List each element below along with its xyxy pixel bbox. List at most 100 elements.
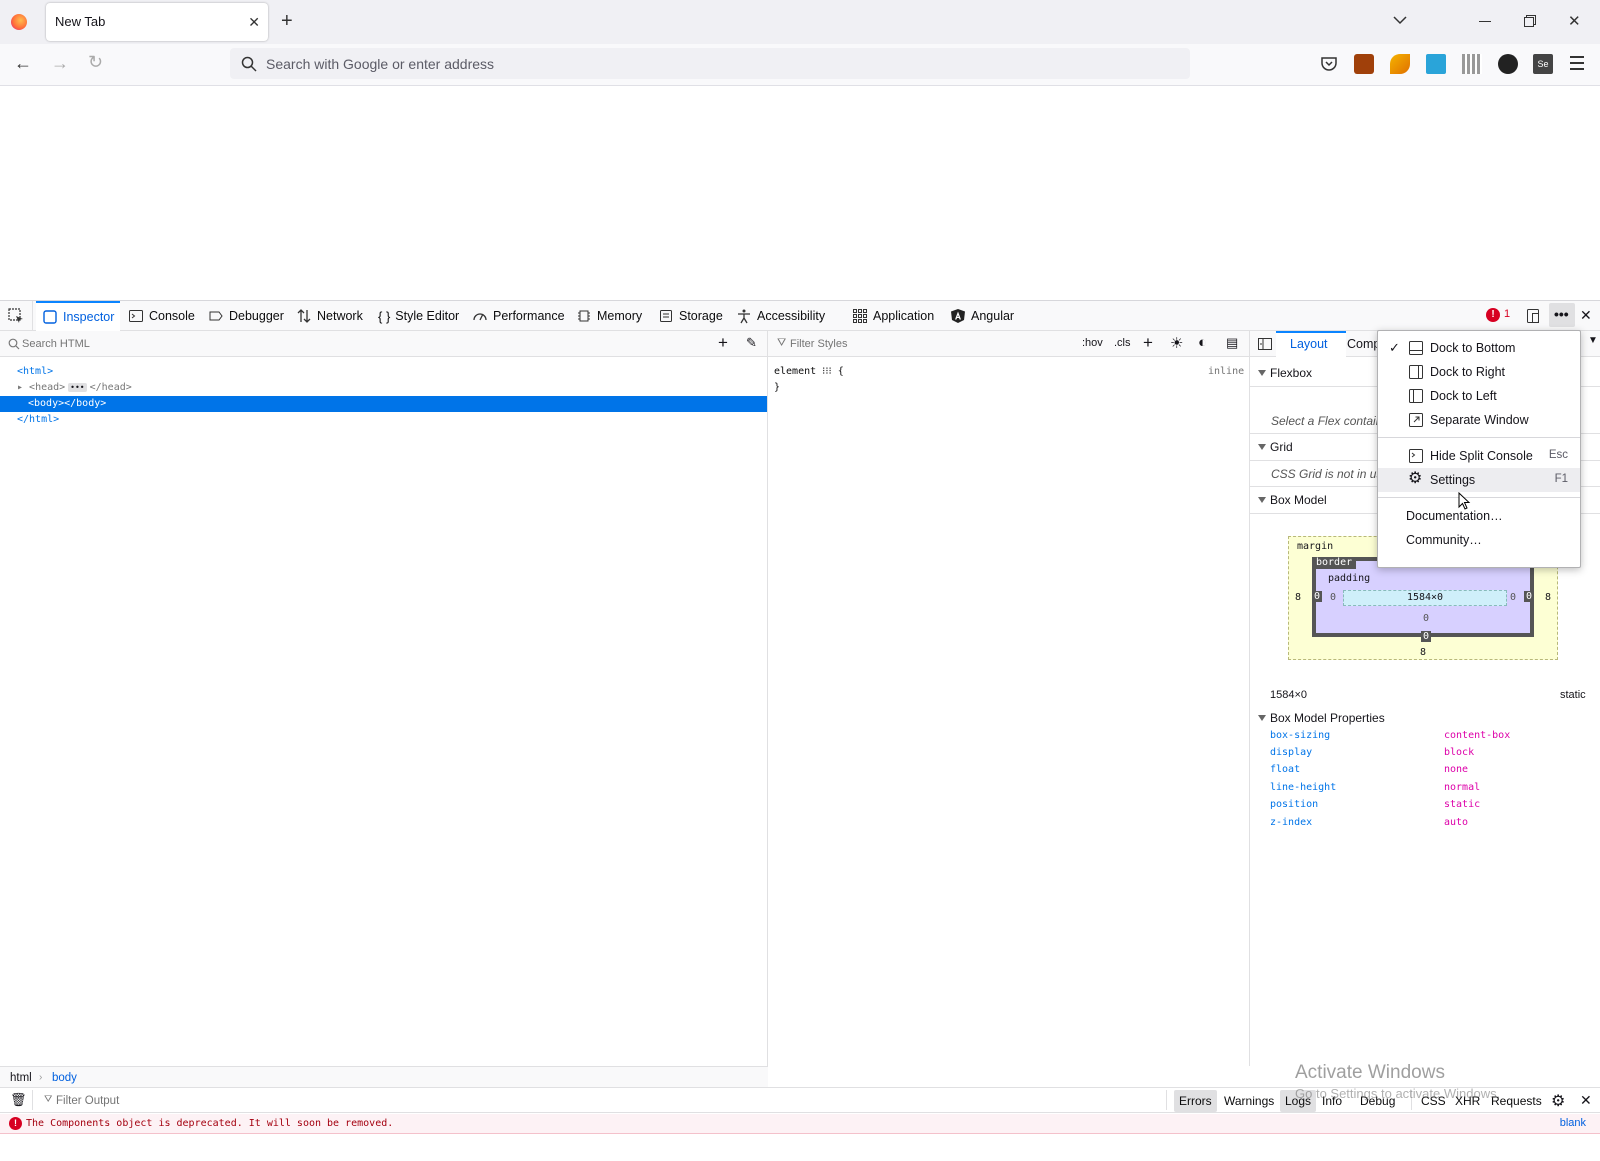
tab-style-editor[interactable]: { } Style Editor — [372, 301, 465, 331]
menu-icon[interactable] — [1570, 56, 1584, 70]
box-model-content[interactable]: 1584×0 — [1343, 590, 1507, 606]
error-icon[interactable]: ! — [1486, 308, 1500, 322]
element-rule-close: } — [774, 382, 781, 393]
eyedropper-icon[interactable]: ✎ — [746, 335, 757, 351]
tab-application[interactable]: Application — [846, 301, 940, 331]
border-right-value[interactable]: 0 — [1523, 591, 1534, 602]
checkmark-icon: ✓ — [1389, 340, 1400, 355]
close-window-icon[interactable]: ✕ — [1568, 12, 1581, 30]
add-node-icon[interactable]: + — [718, 333, 728, 353]
filter-errors-button[interactable]: Errors — [1174, 1090, 1217, 1112]
extension-icon[interactable] — [1354, 54, 1374, 74]
tab-performance[interactable]: Performance — [466, 301, 571, 331]
element-position: static — [1560, 689, 1586, 701]
markup-search-input[interactable] — [22, 335, 702, 353]
border-bottom-value[interactable]: 0 — [1421, 631, 1432, 642]
restore-icon[interactable] — [1524, 15, 1536, 27]
breadcrumb-html[interactable]: html — [10, 1072, 32, 1084]
tab-layout[interactable]: Layout — [1290, 337, 1328, 351]
tab-inspector[interactable]: Inspector — [36, 301, 121, 331]
reload-icon[interactable]: ↻ — [88, 52, 103, 73]
error-count[interactable]: 1 — [1504, 308, 1510, 320]
markup-line-html-close[interactable]: </html> — [17, 414, 59, 425]
rules-pane: ⛛ :hov .cls + ☀ ◐ ▤ element ⁝⁝⁝ { } inli… — [768, 331, 1250, 1066]
margin-bottom-value[interactable]: 8 — [1420, 647, 1426, 658]
hov-button[interactable]: :hov — [1082, 337, 1103, 349]
margin-label: margin — [1297, 541, 1334, 552]
filter-output-input[interactable] — [56, 1092, 356, 1110]
box-model-properties-header[interactable]: Box Model Properties — [1258, 711, 1385, 725]
selenium-icon[interactable]: Se — [1533, 54, 1553, 74]
margin-left-value[interactable]: 8 — [1295, 592, 1301, 603]
more-options-button[interactable]: ••• — [1549, 303, 1575, 327]
menu-item-documentation[interactable]: Documentation… — [1378, 504, 1580, 528]
prop-name: box-sizing — [1270, 730, 1331, 741]
tab-memory[interactable]: Memory — [570, 301, 648, 331]
filter-warnings-button[interactable]: Warnings — [1219, 1090, 1279, 1112]
print-simulation-icon[interactable]: ▤ — [1226, 335, 1238, 351]
tab-debugger[interactable]: Debugger — [202, 301, 290, 331]
tab-storage[interactable]: Storage — [652, 301, 729, 331]
extension-pen-icon[interactable] — [1390, 54, 1410, 74]
element-picker-icon[interactable] — [8, 308, 24, 324]
back-icon[interactable]: ← — [14, 53, 32, 74]
shortcut-esc: Esc — [1548, 449, 1568, 461]
forward-icon[interactable]: → — [51, 53, 69, 74]
markup-line-body-selected[interactable]: <body></body> — [0, 396, 767, 412]
menu-separator — [1378, 437, 1580, 438]
menu-item-settings[interactable]: ⚙ Settings F1 — [1378, 468, 1580, 492]
box-model-border[interactable]: border padding 0 0 0 0 0 0 1584×0 — [1312, 557, 1534, 642]
console-error-message[interactable]: ! The Components object is deprecated. I… — [0, 1114, 1600, 1134]
prop-name: line-height — [1270, 782, 1337, 793]
sidebar-overflow-icon[interactable]: ▼ — [1588, 335, 1598, 346]
tab-new-tab[interactable]: New Tab ✕ — [46, 3, 268, 41]
menu-item-hide-split-console[interactable]: Hide Split Console Esc — [1378, 444, 1580, 468]
tab-accessibility[interactable]: Accessibility — [730, 301, 831, 331]
tab-computed[interactable]: Comp — [1347, 337, 1380, 351]
breadcrumb-body[interactable]: body — [52, 1072, 77, 1084]
markup-line-head[interactable]: ▸ <head> ••• </head> — [17, 382, 132, 393]
pocket-icon[interactable] — [1319, 54, 1339, 74]
element-rule-selector[interactable]: element ⁝⁝⁝ { — [774, 366, 844, 377]
add-rule-icon[interactable]: + — [1143, 333, 1153, 353]
responsive-design-icon[interactable] — [1525, 308, 1541, 324]
padding-left-value[interactable]: 0 — [1330, 592, 1336, 603]
menu-item-community[interactable]: Community… — [1378, 528, 1580, 552]
error-source-link[interactable]: blank — [1560, 1117, 1586, 1129]
prop-value: static — [1444, 799, 1481, 810]
close-devtools-icon[interactable]: ✕ — [1580, 307, 1592, 324]
padding-bottom-value[interactable]: 0 — [1423, 613, 1429, 624]
gear-icon[interactable]: ⚙ — [1551, 1091, 1565, 1111]
dark-scheme-icon[interactable]: ◐ — [1198, 334, 1207, 351]
menu-item-dock-left[interactable]: Dock to Left — [1378, 384, 1580, 408]
filter-styles-input[interactable] — [790, 335, 1050, 353]
border-left-value[interactable]: 0 — [1312, 591, 1323, 602]
tab-network[interactable]: Network — [290, 301, 369, 331]
tab-angular[interactable]: Angular — [944, 301, 1020, 331]
menu-item-separate-window[interactable]: Separate Window — [1378, 408, 1580, 432]
border-label: border — [1316, 557, 1357, 569]
dock-bottom-icon — [1409, 341, 1423, 355]
new-tab-icon[interactable]: + — [281, 10, 293, 33]
margin-right-value[interactable]: 8 — [1545, 592, 1551, 603]
menu-item-dock-right[interactable]: Dock to Right — [1378, 360, 1580, 384]
close-split-console-icon[interactable]: ✕ — [1580, 1092, 1592, 1109]
list-tabs-icon[interactable] — [1393, 15, 1407, 25]
save-extension-icon[interactable] — [1426, 54, 1446, 74]
prop-name: float — [1270, 764, 1301, 775]
minimize-icon[interactable] — [1479, 21, 1491, 22]
trash-icon[interactable]: 🗑 — [10, 1092, 27, 1108]
angular-devtools-icon[interactable] — [1498, 54, 1518, 74]
markup-line-html-open[interactable]: <html> — [17, 366, 53, 377]
toggle-sidebar-icon[interactable] — [1258, 337, 1272, 351]
padding-right-value[interactable]: 0 — [1510, 592, 1516, 603]
address-bar[interactable]: Search with Google or enter address — [230, 48, 1190, 79]
tab-console[interactable]: Console — [122, 301, 201, 331]
library-icon[interactable] — [1462, 54, 1482, 74]
close-tab-icon[interactable]: ✕ — [248, 14, 260, 31]
prop-name: display — [1270, 747, 1313, 758]
menu-item-dock-bottom[interactable]: ✓ Dock to Bottom — [1378, 336, 1580, 360]
cls-button[interactable]: .cls — [1114, 337, 1131, 349]
light-scheme-icon[interactable]: ☀ — [1170, 334, 1183, 352]
shortcut-f1: F1 — [1554, 473, 1568, 485]
